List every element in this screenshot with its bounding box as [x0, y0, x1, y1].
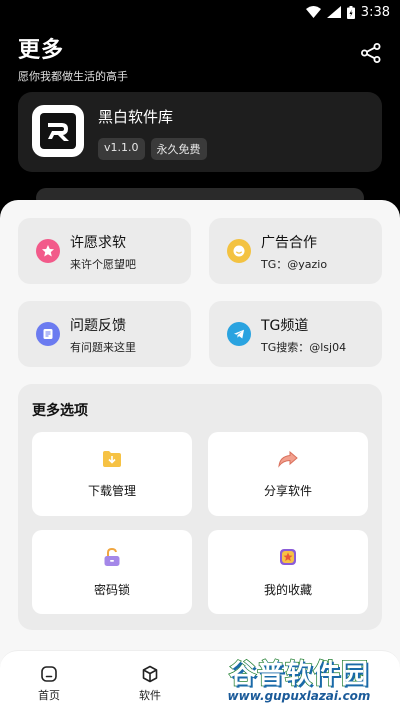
content-sheet: 许愿求软 来许个愿望吧 广告合作 TG：@yazio 问题反馈 有问题来这里 T…	[0, 200, 400, 670]
app-info-card[interactable]: 黑白软件库 v1.1.0 永久免费	[18, 92, 382, 172]
nav-label: 首页	[38, 689, 60, 702]
tile-subtitle: 来许个愿望吧	[70, 258, 136, 271]
smile-icon	[227, 239, 251, 263]
share-icon	[361, 43, 381, 63]
nav-label: 软件	[139, 689, 161, 702]
option-label: 密码锁	[93, 582, 130, 597]
nav-home[interactable]: 首页	[38, 665, 60, 703]
share-button[interactable]	[360, 42, 382, 64]
tile-subtitle: 有问题来这里	[70, 341, 136, 354]
page-header: 更多 愿你我都做生活的高手	[18, 32, 128, 84]
telegram-icon	[227, 322, 251, 346]
tile-subtitle: TG：@yazio	[261, 258, 328, 271]
free-badge: 永久免费	[150, 138, 207, 160]
option-download-manager[interactable]: 下载管理	[32, 432, 192, 516]
option-label: 我的收藏	[263, 582, 312, 597]
option-label: 下载管理	[87, 483, 136, 498]
favorite-icon	[280, 548, 296, 565]
tile-telegram[interactable]: TG频道 TG搜索：@lsj04	[209, 301, 382, 367]
tile-title: 许愿求软	[70, 235, 126, 251]
nav-software[interactable]: 软件	[139, 665, 161, 703]
more-options-title: 更多选项	[32, 403, 88, 419]
status-time: 3:38	[360, 4, 390, 20]
tile-title: 广告合作	[261, 235, 317, 251]
star-icon	[36, 239, 60, 263]
option-share-app[interactable]: 分享软件	[208, 432, 368, 516]
signal-icon	[326, 6, 341, 18]
tile-feedback[interactable]: 问题反馈 有问题来这里	[18, 301, 191, 367]
option-favorites[interactable]: 我的收藏	[208, 530, 368, 614]
app-logo	[32, 105, 84, 157]
app-name: 黑白软件库	[98, 108, 174, 126]
status-bar: 3:38	[0, 0, 400, 24]
option-password-lock[interactable]: 密码锁	[32, 530, 192, 614]
download-folder-icon	[103, 450, 121, 467]
share-arrow-icon	[278, 450, 298, 468]
tile-title: 问题反馈	[70, 318, 126, 334]
tile-wish[interactable]: 许愿求软 来许个愿望吧	[18, 218, 191, 284]
tile-subtitle: TG搜索：@lsj04	[261, 341, 347, 354]
wifi-icon	[305, 6, 321, 18]
padlock-icon	[104, 547, 120, 566]
more-options-panel: 更多选项 下载管理 分享软件 密码锁 我的收藏	[18, 384, 382, 630]
option-label: 分享软件	[263, 483, 312, 498]
battery-icon	[346, 5, 355, 19]
logo-icon	[40, 113, 76, 149]
feedback-icon	[36, 322, 60, 346]
version-badge: v1.1.0	[98, 138, 145, 160]
page-title: 更多	[18, 38, 65, 63]
watermark-url: www.gupuxlazai.com	[227, 688, 371, 703]
watermark-title: 谷普软件园	[228, 658, 369, 690]
tile-ads[interactable]: 广告合作 TG：@yazio	[209, 218, 382, 284]
tile-title: TG频道	[261, 318, 309, 334]
page-subtitle: 愿你我都做生活的高手	[18, 70, 128, 83]
box-icon	[142, 665, 158, 683]
home-icon	[41, 666, 57, 682]
watermark-logo: 谷普软件园 www.gupuxlazai.com	[212, 646, 386, 708]
